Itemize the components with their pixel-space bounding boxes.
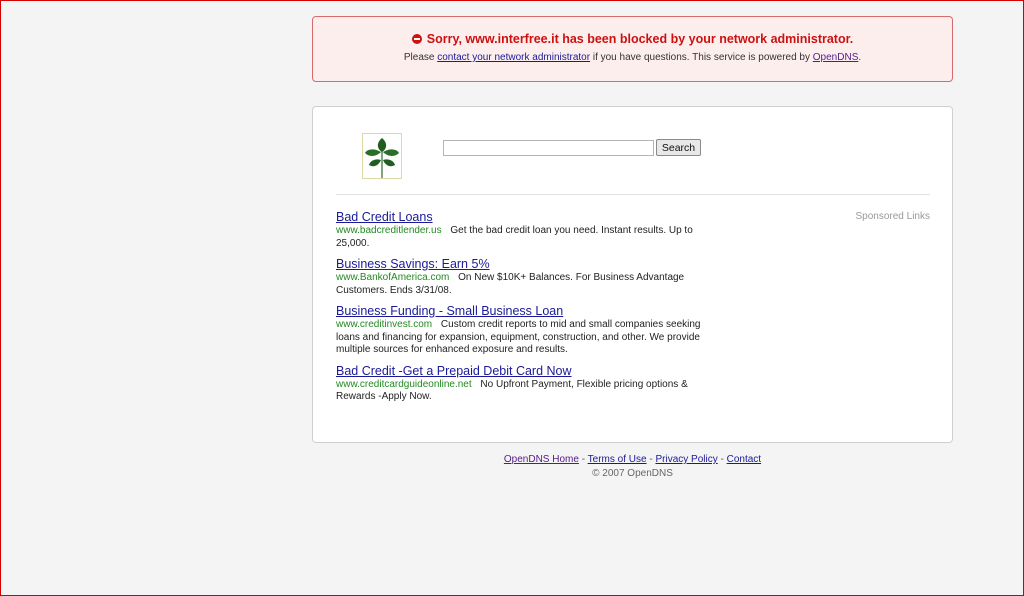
- footer-links: OpenDNS Home - Terms of Use - Privacy Po…: [312, 454, 953, 465]
- blocked-subtext: Please contact your network administrato…: [313, 52, 952, 63]
- ad-body: www.badcreditlender.us Get the bad credi…: [336, 225, 706, 250]
- footer-privacy-link[interactable]: Privacy Policy: [655, 454, 717, 465]
- opendns-link[interactable]: OpenDNS: [813, 52, 859, 63]
- search-input[interactable]: [443, 140, 654, 156]
- ad-title-link[interactable]: Business Funding - Small Business Loan: [336, 304, 706, 319]
- ad-url: www.creditinvest.com: [336, 319, 433, 330]
- footer-separator: -: [581, 454, 586, 465]
- footer: OpenDNS Home - Terms of Use - Privacy Po…: [312, 454, 953, 479]
- ad-body: www.creditinvest.com Custom credit repor…: [336, 319, 706, 357]
- sponsored-label: Sponsored Links: [855, 211, 931, 222]
- blocked-sub-middle: if you have questions. This service is p…: [592, 52, 810, 63]
- footer-contact-link[interactable]: Contact: [727, 454, 761, 465]
- ad-item: Business Savings: Earn 5% www.BankofAmer…: [336, 257, 706, 297]
- ad-list: Bad Credit Loans www.badcreditlender.us …: [336, 210, 706, 411]
- blocked-title: Sorry, www.interfree.it has been blocked…: [426, 32, 854, 46]
- ad-url: www.badcreditlender.us: [336, 225, 442, 236]
- blocked-sub-suffix: .: [858, 52, 862, 63]
- ad-item: Business Funding - Small Business Loan w…: [336, 304, 706, 357]
- ad-item: Bad Credit -Get a Prepaid Debit Card Now…: [336, 364, 706, 404]
- stop-icon: [411, 34, 422, 44]
- contact-admin-link[interactable]: contact your network administrator: [437, 52, 590, 63]
- content-panel: Search Sponsored Links Bad Credit Loans …: [312, 106, 953, 443]
- blocked-title-row: Sorry, www.interfree.it has been blocked…: [313, 32, 952, 46]
- ad-body: www.creditcardguideonline.net No Upfront…: [336, 379, 706, 404]
- footer-separator: -: [720, 454, 724, 465]
- ad-title-link[interactable]: Bad Credit -Get a Prepaid Debit Card Now: [336, 364, 706, 379]
- ad-body: www.BankofAmerica.com On New $10K+ Balan…: [336, 272, 706, 297]
- footer-home-link[interactable]: OpenDNS Home: [504, 454, 579, 465]
- divider: [336, 194, 930, 195]
- ad-title-link[interactable]: Business Savings: Earn 5%: [336, 257, 706, 272]
- ad-item: Bad Credit Loans www.badcreditlender.us …: [336, 210, 706, 250]
- search-button[interactable]: Search: [656, 139, 701, 156]
- footer-terms-link[interactable]: Terms of Use: [588, 454, 647, 465]
- copyright: © 2007 OpenDNS: [592, 468, 673, 479]
- leaf-logo: [362, 133, 402, 179]
- ad-title-link[interactable]: Bad Credit Loans: [336, 210, 706, 225]
- blocked-sub-prefix: Please: [403, 52, 435, 63]
- ad-url: www.creditcardguideonline.net: [336, 378, 472, 390]
- ad-url: www.BankofAmerica.com: [336, 272, 450, 283]
- blocked-notice: Sorry, www.interfree.it has been blocked…: [312, 16, 953, 82]
- footer-separator: -: [649, 454, 653, 465]
